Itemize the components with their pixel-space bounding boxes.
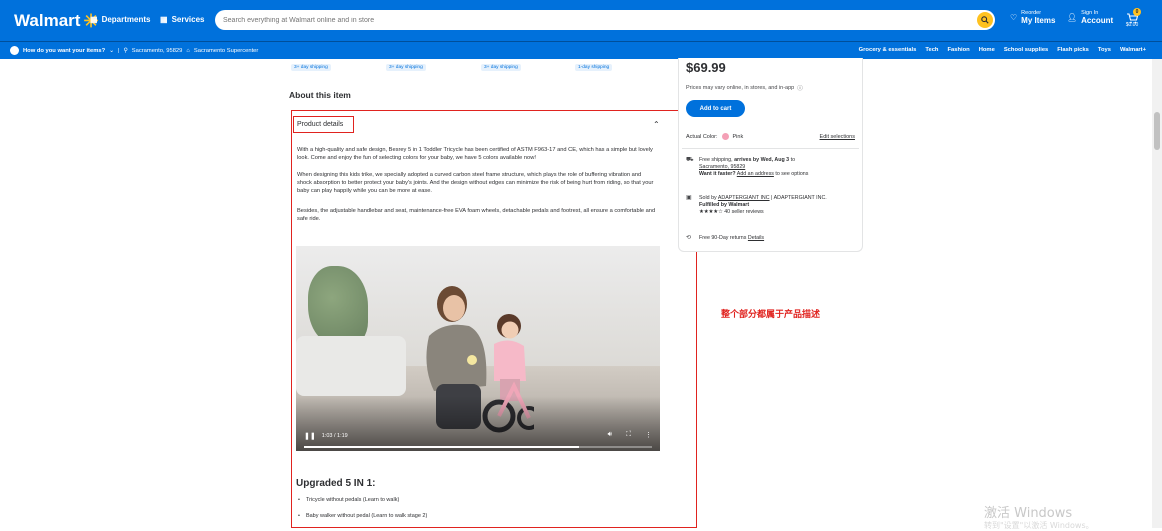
nav-walmart-plus[interactable]: Walmart+ — [1120, 47, 1146, 53]
departments-label: Departments — [101, 15, 151, 24]
heart-icon: ♡ — [1010, 13, 1018, 22]
seller-info: ▣ Sold by ADAPTERGIANT INC | ADAPTERGIAN… — [686, 195, 827, 215]
shipping-tag: 1-day shipping — [575, 64, 613, 71]
shipping-info: ⛟ Free shipping, arrives by Wed, Aug 3 t… — [686, 157, 809, 177]
nav-home[interactable]: Home — [979, 47, 995, 53]
description-paragraph: With a high-quality and safe design, Bes… — [297, 147, 653, 161]
fulfillment-selector[interactable]: How do you want your items? ⌄ | ⚲ Sacram… — [10, 46, 258, 55]
windows-activation-subtext: 转到"设置"以激活 Windows。 — [984, 521, 1094, 530]
store-icon: ⌂ — [186, 47, 190, 54]
fullscreen-icon[interactable]: ⛶ — [626, 431, 631, 439]
how-text: How do you want your items? — [23, 47, 106, 54]
logo-text: Walmart — [14, 11, 81, 30]
add-to-cart-button[interactable]: Add to cart — [686, 100, 745, 117]
returns-details-link[interactable]: Details — [748, 235, 764, 241]
location-pin-icon: ⚲ — [123, 47, 128, 54]
returns-icon: ⟲ — [686, 235, 692, 241]
reorder-button[interactable]: ♡ Reorder My Items — [1010, 10, 1055, 25]
rating-stars: ★★★★☆ — [699, 209, 723, 215]
video-controls: ❚❚ 1:03 / 1:19 🔊︎ ⛶ ⋮ — [296, 411, 660, 451]
windows-activation-watermark: 激活 Windows — [984, 506, 1073, 521]
returns-info: ⟲ Free 90-Day returns Details — [686, 235, 765, 241]
nav-grocery[interactable]: Grocery & essentials — [859, 47, 917, 53]
volume-icon[interactable]: 🔊︎ — [608, 431, 612, 439]
shipping-tag: 3+ day shipping — [481, 64, 521, 71]
cart-count: 0 — [1133, 8, 1141, 16]
seller-link[interactable]: ADAPTERGIANT INC — [718, 195, 770, 201]
top-header: Walmart ✳ ▦ Departments ▦ Services ♡ Reo… — [0, 0, 1162, 41]
annotation-label: 整个部分都属于产品描述 — [721, 310, 821, 320]
nav-tech[interactable]: Tech — [925, 47, 938, 53]
price-note: Prices may vary online, in stores, and i… — [686, 84, 803, 92]
product-price: $69.99 — [686, 60, 726, 75]
sofa-image — [296, 336, 406, 396]
nav-flash-picks[interactable]: Flash picks — [1057, 47, 1089, 53]
grid-icon: ▦ — [160, 15, 168, 24]
signin-big: Account — [1081, 16, 1114, 25]
upgraded-heading: Upgraded 5 IN 1: — [296, 478, 376, 489]
video-progress-fill — [304, 446, 579, 448]
scrollbar-thumb[interactable] — [1154, 112, 1160, 150]
walmart-logo[interactable]: Walmart ✳ — [14, 11, 99, 31]
sub-navigation: How do you want your items? ⌄ | ⚲ Sacram… — [0, 41, 1162, 59]
category-nav: Grocery & essentials Tech Fashion Home S… — [859, 47, 1146, 53]
cart-button[interactable]: 0 $0.00 — [1122, 8, 1142, 28]
reorder-big: My Items — [1021, 16, 1056, 25]
shipping-tag: 3+ day shipping — [291, 64, 331, 71]
description-paragraph: Besides, the adjustable handlebar and se… — [297, 208, 656, 222]
color-value: Pink — [732, 133, 744, 140]
account-button[interactable]: 👤︎ Sign In Account — [1067, 10, 1113, 25]
product-details-toggle[interactable]: Product details — [293, 116, 354, 133]
delivery-icon — [10, 46, 19, 55]
search-input[interactable] — [223, 16, 963, 24]
search-button[interactable] — [977, 12, 993, 28]
info-icon[interactable]: ⓘ — [797, 84, 803, 92]
seller-icon: ▣ — [686, 195, 692, 201]
plant-image — [308, 266, 368, 346]
description-paragraph: When designing this kids trike, we speci… — [297, 172, 654, 194]
store-text: Sacramento Supercenter — [193, 47, 259, 54]
user-icon: 👤︎ — [1067, 13, 1078, 22]
departments-button[interactable]: ▦ Departments — [90, 15, 150, 24]
grid-icon: ▦ — [90, 15, 98, 24]
search-icon — [981, 16, 989, 24]
color-selector: Actual Color: Pink Edit selections — [686, 133, 855, 140]
list-item: • Tricycle without pedals (Learn to walk) — [298, 497, 400, 503]
color-swatch[interactable] — [721, 133, 729, 140]
search-bar[interactable] — [215, 10, 995, 30]
nav-fashion[interactable]: Fashion — [947, 47, 969, 53]
add-address-link[interactable]: Add an address — [737, 171, 774, 177]
pause-icon[interactable]: ❚❚ — [304, 432, 316, 440]
edit-selections-link[interactable]: Edit selections — [820, 134, 855, 140]
truck-icon: ⛟ — [686, 157, 694, 163]
services-label: Services — [171, 15, 205, 24]
divider — [682, 148, 859, 149]
chevron-down-icon: ⌄ — [109, 47, 114, 54]
location-text: Sacramento, 95829 — [131, 47, 183, 54]
shipping-location-link[interactable]: Sacramento, 95829 — [699, 164, 745, 170]
nav-toys[interactable]: Toys — [1098, 47, 1111, 53]
chevron-up-icon[interactable]: ⌃ — [653, 120, 660, 129]
color-label: Actual Color: — [686, 133, 718, 140]
shipping-tag: 3+ day shipping — [386, 64, 426, 71]
product-video[interactable]: ❚❚ 1:03 / 1:19 🔊︎ ⛶ ⋮ — [296, 246, 660, 451]
about-title: About this item — [289, 90, 351, 100]
video-time: 1:03 / 1:19 — [321, 433, 348, 439]
services-button[interactable]: ▦ Services — [160, 15, 204, 24]
video-progress-bar[interactable] — [304, 446, 652, 448]
list-item: • Baby walker without pedal (Learn to wal… — [298, 513, 428, 519]
nav-school-supplies[interactable]: School supplies — [1004, 47, 1048, 53]
more-options-icon[interactable]: ⋮ — [645, 431, 652, 439]
